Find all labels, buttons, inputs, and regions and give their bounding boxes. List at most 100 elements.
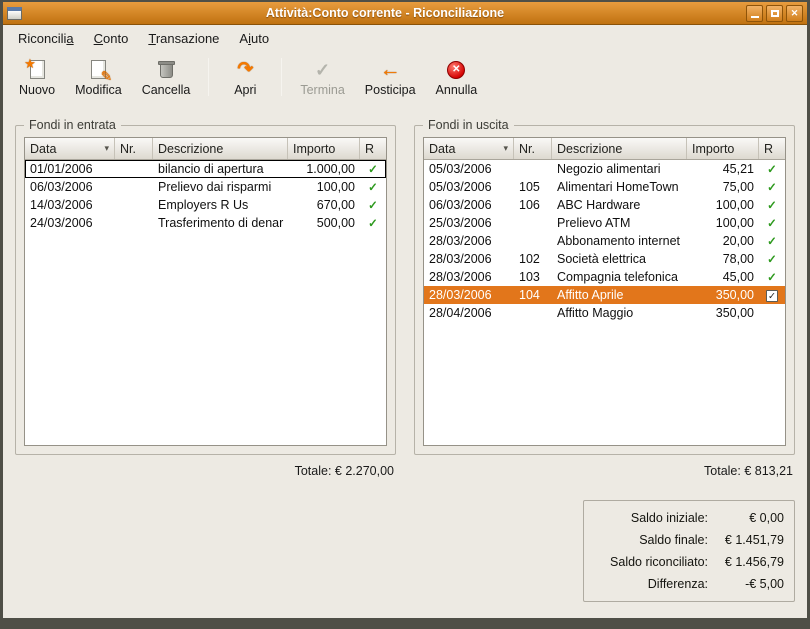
table-row[interactable]: 25/03/2006 Prelievo ATM 100,00 ✓ [424,214,785,232]
menu-transazione[interactable]: Transazione [139,28,228,49]
column-header-amount[interactable]: Importo [288,138,360,159]
cell-nr: 104 [519,288,540,302]
table-row[interactable]: 05/03/2006 105 Alimentari HomeTown 75,00… [424,178,785,196]
check-icon: ✓ [767,200,777,212]
cancel-button[interactable]: ✕ Annulla [428,54,486,100]
main-content: Fondi in entrata Data ▾ Nr. Descrizione I… [3,103,807,618]
column-header-amount[interactable]: Importo [687,138,759,159]
summary-value: € 1.451,79 [724,533,784,547]
cell-reconciled: ✓ [360,198,386,212]
table-row[interactable]: 28/03/2006 Abbonamento internet 20,00 ✓ [424,232,785,250]
cell-date: 05/03/2006 [429,180,492,194]
finish-button-label: Termina [300,82,345,97]
finish-check-icon: ✓ [315,59,331,80]
summary-value: € 0,00 [749,511,784,525]
cell-date: 06/03/2006 [429,198,492,212]
column-header-description[interactable]: Descrizione [552,138,687,159]
column-header-nr[interactable]: Nr. [514,138,552,159]
new-button-label: Nuovo [19,82,56,97]
cell-description: Affitto Aprile [557,288,624,302]
cell-date: 14/03/2006 [30,198,93,212]
check-icon: ✓ [767,164,777,176]
cell-date: 05/03/2006 [429,162,492,176]
close-button[interactable]: ✕ [786,4,803,22]
check-icon: ✓ [368,182,378,194]
sort-dropdown-icon[interactable]: ▾ [104,143,109,154]
cell-nr: 105 [519,180,540,194]
cell-date: 28/04/2006 [429,306,492,320]
cell-reconciled: ✓ [759,234,785,248]
sort-dropdown-icon[interactable]: ▾ [503,143,508,154]
cell-date: 24/03/2006 [30,216,93,230]
finish-button: ✓ Termina [292,54,352,100]
table-row[interactable]: 06/03/2006 Prelievo dai risparmi 100,00 … [25,178,386,196]
table-row[interactable]: 05/03/2006 Negozio alimentari 45,21 ✓ [424,160,785,178]
window-title: Attività:Conto corrente - Riconciliazion… [265,6,505,20]
cell-amount: 45,00 [722,270,754,284]
menubar: Riconcilia Conto Transazione Aiuto [3,25,807,51]
menu-conto[interactable]: Conto [85,28,138,49]
titlebar[interactable]: Attività:Conto corrente - Riconciliazion… [3,2,807,25]
funds-out-total: Totale: € 813,21 [704,464,793,478]
cell-description: Compagnia telefonica [557,270,678,284]
minimize-button[interactable] [746,4,763,22]
maximize-button[interactable] [766,4,783,22]
table-row[interactable]: 28/03/2006 102 Società elettrica 78,00 ✓ [424,250,785,268]
column-header-nr[interactable]: Nr. [115,138,153,159]
funds-in-body: 01/01/2006 bilancio di apertura 1.000,00… [25,160,386,445]
edit-pencil-icon: ✎ [86,58,112,84]
cancel-button-label: Annulla [435,82,478,97]
table-row[interactable]: 06/03/2006 106 ABC Hardware 100,00 ✓ [424,196,785,214]
cell-amount: 1.000,00 [306,162,355,176]
postpone-button[interactable]: ← Posticipa [357,54,424,100]
funds-in-legend: Fondi in entrata [24,118,121,132]
balance-summary: Saldo iniziale: € 0,00 Saldo finale: € 1… [583,500,795,602]
column-header-description[interactable]: Descrizione [153,138,288,159]
open-button[interactable]: ↷ Apri [219,54,271,100]
new-button[interactable]: ★ Nuovo [11,54,63,100]
cell-amount: 75,00 [722,180,754,194]
cell-reconciled: ✓ [759,216,785,230]
cell-amount: 100,00 [715,198,754,212]
cell-nr: 103 [519,270,540,284]
cell-amount: 45,21 [722,162,754,176]
toolbar-separator [281,58,283,96]
cell-description: ABC Hardware [557,198,641,212]
edit-button[interactable]: ✎ Modifica [67,54,130,100]
cell-nr: 106 [519,198,540,212]
check-icon: ✓ [368,200,378,212]
column-header-reconciled[interactable]: R [360,138,386,159]
delete-button[interactable]: Cancella [134,54,199,100]
funds-out-legend: Fondi in uscita [423,118,514,132]
check-icon: ✓ [767,182,777,194]
new-document-icon: ★ [24,56,49,82]
window-menu-icon[interactable] [7,6,22,20]
funds-out-groupbox: Fondi in uscita Data ▾ Nr. Descrizione Im… [414,118,795,455]
funds-in-total: Totale: € 2.270,00 [294,464,394,478]
column-header-date[interactable]: Data ▾ [25,138,115,159]
menu-aiuto[interactable]: Aiuto [230,28,278,49]
menu-riconcilia[interactable]: Riconcilia [9,28,83,49]
minimize-icon [750,16,759,18]
column-header-reconciled[interactable]: R [759,138,785,159]
table-row[interactable]: 28/03/2006 103 Compagnia telefonica 45,0… [424,268,785,286]
table-row[interactable]: 28/04/2006 Affitto Maggio 350,00 [424,304,785,322]
left-arrow-icon: ← [379,58,401,81]
column-header-date[interactable]: Data ▾ [424,138,514,159]
table-row[interactable]: 24/03/2006 Trasferimento di denar 500,00… [25,214,386,232]
summary-label: Differenza: [647,577,708,591]
table-row[interactable]: 14/03/2006 Employers R Us 670,00 ✓ [25,196,386,214]
check-icon: ✓ [767,236,777,248]
toolbar: ★ Nuovo ✎ Modifica Cancella ↷ Apri ✓ Ter… [3,51,807,103]
cell-description: Employers R Us [158,198,249,212]
cell-reconciled: ✓ [759,252,785,266]
cell-reconciled: ✓ [360,216,386,230]
cell-reconciled: ✓ [759,198,785,212]
cell-nr: 102 [519,252,540,266]
cell-date: 28/03/2006 [429,234,492,248]
check-icon: ✓ [767,254,777,266]
funds-out-header: Data ▾ Nr. Descrizione Importo R [424,138,785,160]
table-row[interactable]: 28/03/2006 104 Affitto Aprile 350,00 ✓ [424,286,785,304]
summary-value: € 1.456,79 [724,555,784,569]
table-row[interactable]: 01/01/2006 bilancio di apertura 1.000,00… [25,160,386,178]
